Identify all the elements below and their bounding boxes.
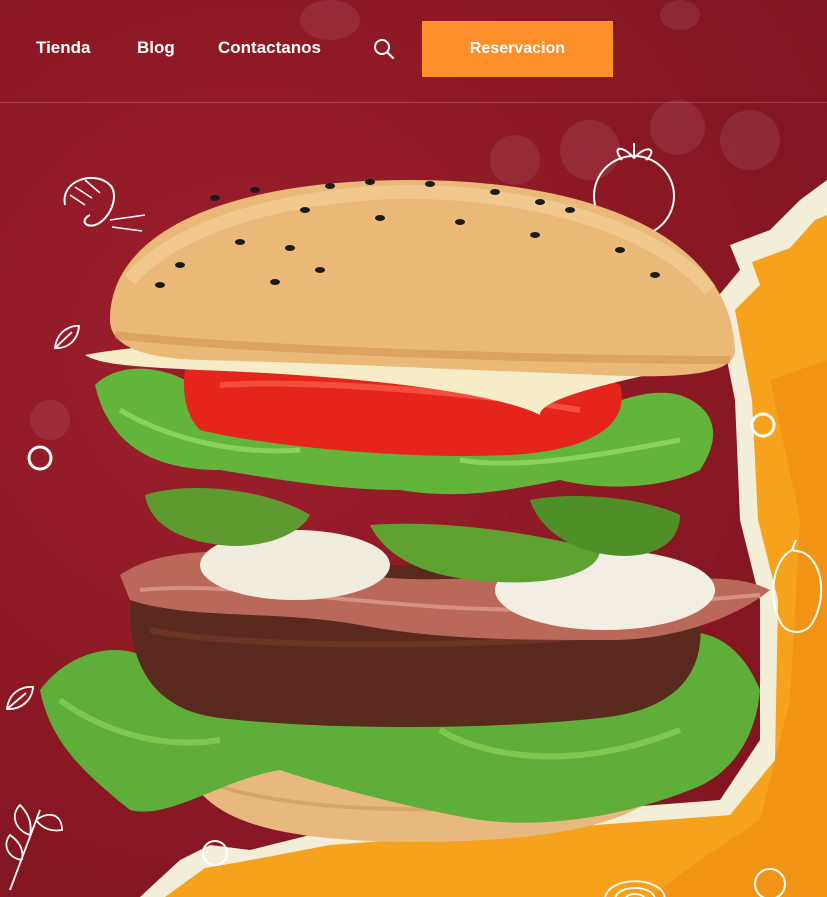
reservation-button[interactable]: Reservacion [422, 21, 613, 77]
top-navigation: Tienda Blog Contactanos Reservacion [0, 0, 827, 103]
onion-icon [604, 880, 666, 897]
search-button[interactable] [372, 37, 396, 61]
burger-photo [40, 179, 770, 842]
hero-section [0, 0, 827, 897]
nav-link-blog[interactable]: Blog [137, 38, 175, 58]
nav-link-tienda[interactable]: Tienda [36, 38, 90, 58]
search-icon [374, 39, 395, 60]
ring-icon [754, 868, 786, 897]
nav-link-contactanos[interactable]: Contactanos [218, 38, 321, 58]
leaf-icon [6, 686, 34, 710]
